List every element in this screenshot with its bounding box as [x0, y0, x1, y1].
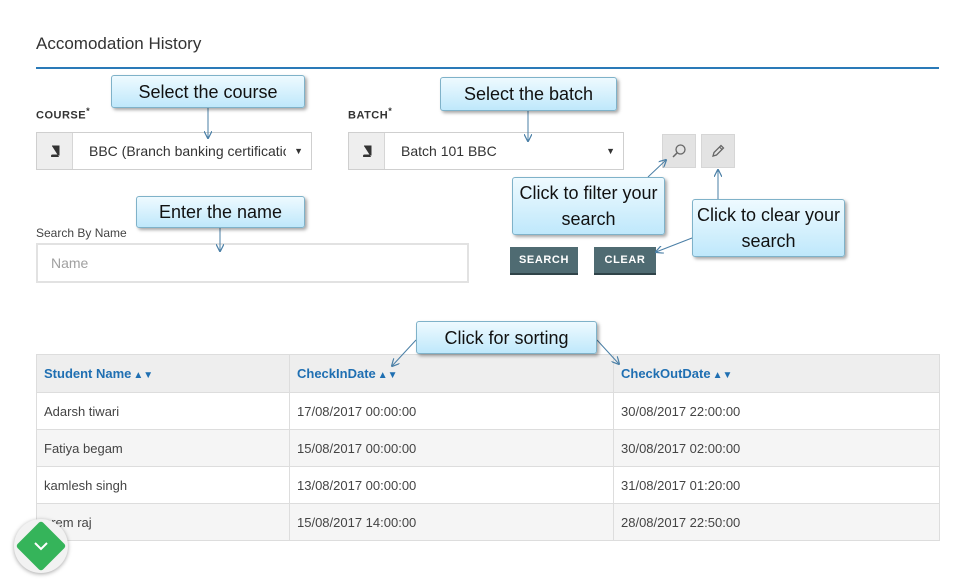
callout-enter-name: Enter the name [136, 196, 305, 228]
floating-menu-button[interactable] [14, 519, 68, 573]
callout-filter-search: Click to filter your search [512, 177, 665, 235]
callout-clear-search: Click to clear your search [692, 199, 845, 257]
callout-select-batch: Select the batch [440, 77, 617, 111]
callout-sorting: Click for sorting [416, 321, 597, 354]
floating-button-inner [15, 520, 67, 572]
callout-select-course: Select the course [111, 75, 305, 108]
chevron-down-icon [34, 542, 48, 551]
